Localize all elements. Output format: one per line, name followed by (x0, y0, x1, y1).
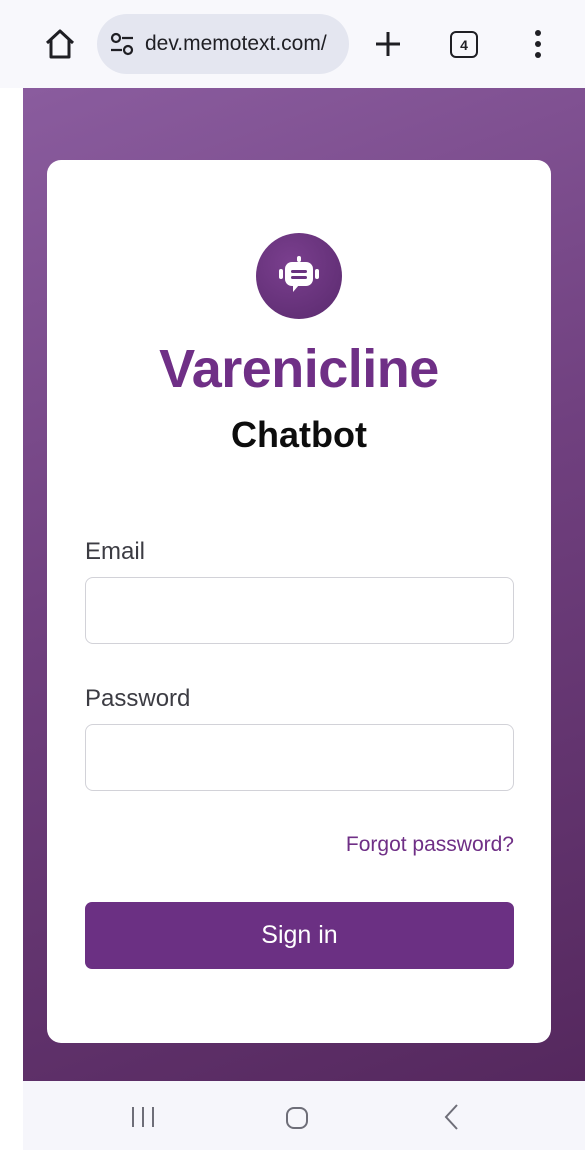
system-nav-bar (23, 1081, 585, 1150)
plus-icon[interactable] (372, 28, 404, 60)
nav-home-icon[interactable] (285, 1106, 309, 1135)
address-bar[interactable]: dev.memotext.com/ (97, 14, 349, 74)
tune-icon[interactable] (109, 31, 135, 57)
back-icon[interactable] (443, 1103, 461, 1136)
forgot-password-link[interactable]: Forgot password? (346, 833, 514, 857)
email-label: Email (85, 538, 146, 565)
password-label: Password (85, 685, 191, 712)
url-text: dev.memotext.com/ (145, 32, 327, 55)
recents-icon[interactable] (131, 1105, 155, 1134)
password-field[interactable] (85, 724, 514, 791)
browser-toolbar: dev.memotext.com/ 4 (0, 0, 585, 88)
brand-title: Varenicline (159, 339, 439, 399)
brand-subtitle: Chatbot (231, 414, 367, 455)
more-vert-icon[interactable] (528, 28, 548, 62)
page: dev.memotext.com/ 4 Varenicline Chatbot … (0, 0, 585, 1150)
email-field[interactable] (85, 577, 514, 644)
home-icon[interactable] (42, 26, 78, 62)
robot-chat-icon (256, 233, 342, 319)
sign-in-button[interactable]: Sign in (85, 902, 514, 969)
tab-count: 4 (460, 36, 468, 53)
tab-switcher-button[interactable]: 4 (450, 31, 478, 58)
